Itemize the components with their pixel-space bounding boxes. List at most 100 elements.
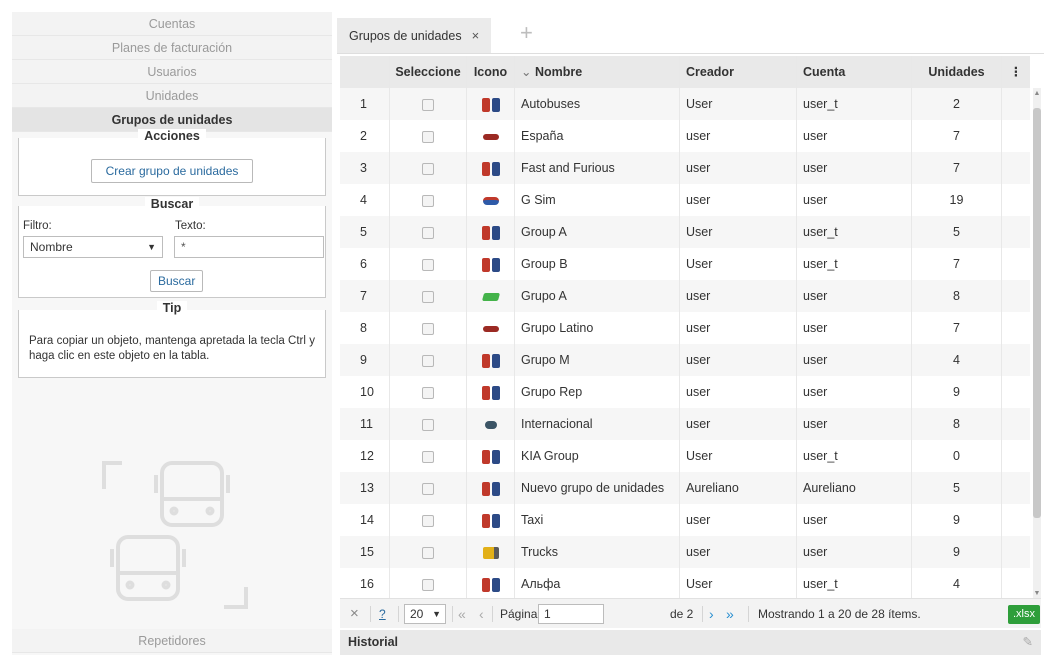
sidebar-item-repetidores[interactable]: Repetidores xyxy=(12,629,332,653)
row-checkbox[interactable] xyxy=(422,194,434,207)
text-label: Texto: xyxy=(175,220,206,232)
table-row[interactable]: 1 Autobuses User user_t 2 xyxy=(340,88,1030,120)
scroll-down-icon[interactable]: ▼ xyxy=(1033,590,1041,597)
help-icon[interactable]: ? xyxy=(379,599,386,629)
bus-icon xyxy=(481,449,500,464)
row-checkbox[interactable] xyxy=(422,546,434,559)
header-creator[interactable]: Creador xyxy=(680,56,797,88)
table-row[interactable]: 7 Grupo Auser user 8 xyxy=(340,280,1030,312)
row-checkbox[interactable] xyxy=(422,578,434,591)
sidebar-item-unidades[interactable]: Unidades xyxy=(12,84,332,108)
row-checkbox[interactable] xyxy=(422,130,434,143)
row-checkbox[interactable] xyxy=(422,322,434,335)
row-spacer xyxy=(1002,184,1030,216)
row-account: user xyxy=(797,184,912,216)
row-checkbox[interactable] xyxy=(422,418,434,431)
row-checkbox[interactable] xyxy=(422,450,434,463)
table-row[interactable]: 16 Альфа User user_t 4 xyxy=(340,568,1030,599)
table-row[interactable]: 8 Grupo Latino user user 7 xyxy=(340,312,1030,344)
row-name: Grupo Rep xyxy=(515,376,680,408)
page-number-value: 1 xyxy=(544,607,551,621)
filter-select[interactable]: Nombre ▼ xyxy=(23,236,163,258)
row-checkbox[interactable] xyxy=(422,386,434,399)
row-spacer xyxy=(1002,152,1030,184)
sidebar-item-grupos-unidades[interactable]: Grupos de unidades xyxy=(12,108,332,132)
header-select[interactable]: Seleccione xyxy=(390,56,467,88)
header-units[interactable]: Unidades xyxy=(912,56,1002,88)
row-creator: User xyxy=(680,88,797,120)
history-bar[interactable]: Historial ✎ xyxy=(340,630,1041,655)
row-name: Grupo Latino xyxy=(515,312,680,344)
column-menu-icon[interactable]: ⋮ xyxy=(1002,56,1030,88)
row-checkbox[interactable] xyxy=(422,290,434,303)
row-icon-cell xyxy=(467,440,515,472)
row-units: 9 xyxy=(912,376,1002,408)
row-account: user xyxy=(797,408,912,440)
row-icon-cell xyxy=(467,88,515,120)
sidebar-item-cuentas[interactable]: Cuentas xyxy=(12,12,332,36)
row-icon-cell xyxy=(467,120,515,152)
row-spacer xyxy=(1002,536,1030,568)
row-name: Fast and Furious xyxy=(515,152,680,184)
table-row[interactable]: 13 Nuevo grupo de unidades Aureliano Aureli… xyxy=(340,472,1030,504)
first-page-icon[interactable]: « xyxy=(458,599,466,629)
table-row[interactable]: 3 Fast and Furious user user 7 xyxy=(340,152,1030,184)
table-scrollbar[interactable]: ▲ ▼ xyxy=(1033,88,1041,599)
row-checkbox[interactable] xyxy=(422,482,434,495)
tip-text: Para copiar un objeto, mantenga apretada… xyxy=(29,335,315,362)
eraser-icon[interactable]: ✎ xyxy=(1023,630,1033,655)
table-row[interactable]: 11 Internacional user user 8 xyxy=(340,408,1030,440)
table-row[interactable]: 5 Group A User user_t 5 xyxy=(340,216,1030,248)
clear-filter-icon[interactable]: × xyxy=(350,599,359,629)
row-checkbox[interactable] xyxy=(422,98,434,111)
scroll-thumb[interactable] xyxy=(1033,108,1041,518)
row-units: 2 xyxy=(912,88,1002,120)
header-account[interactable]: Cuenta xyxy=(797,56,912,88)
row-creator: user xyxy=(680,184,797,216)
page-size-select[interactable]: 20 ▼ xyxy=(404,604,446,624)
header-name[interactable]: ⌄ Nombre xyxy=(515,56,680,88)
sidebar-item-planes-facturacion[interactable]: Planes de facturación xyxy=(12,36,332,60)
row-select-cell xyxy=(390,88,467,120)
table-row[interactable]: 2 España user user 7 xyxy=(340,120,1030,152)
table-row[interactable]: 9 Grupo Muser user 4 xyxy=(340,344,1030,376)
search-text-input[interactable] xyxy=(174,236,324,258)
table-row[interactable]: 15 Trucks user user 9 xyxy=(340,536,1030,568)
car-green-icon xyxy=(481,292,500,301)
row-checkbox[interactable] xyxy=(422,514,434,527)
table-row[interactable]: 10 Grupo Rep user user 9 xyxy=(340,376,1030,408)
bus-icon xyxy=(481,257,500,272)
row-name: Nuevo grupo de unidades xyxy=(515,472,680,504)
row-checkbox[interactable] xyxy=(422,162,434,175)
prev-page-icon[interactable]: ‹ xyxy=(479,599,484,629)
last-page-icon[interactable]: » xyxy=(726,599,734,629)
table-row[interactable]: 12 KIA Group User user_t 0 xyxy=(340,440,1030,472)
search-button[interactable]: Buscar xyxy=(150,270,204,292)
scroll-up-icon[interactable]: ▲ xyxy=(1033,90,1041,97)
add-tab-icon[interactable]: + xyxy=(520,22,533,44)
tab-grupos-unidades[interactable]: Grupos de unidades × xyxy=(337,18,492,54)
row-checkbox[interactable] xyxy=(422,258,434,271)
tab-label: Grupos de unidades xyxy=(349,29,462,43)
export-xlsx-button[interactable]: .xlsx xyxy=(1008,605,1040,624)
row-checkbox[interactable] xyxy=(422,226,434,239)
car-red-icon xyxy=(482,325,499,332)
table-row[interactable]: 6 Group B User user_t 7 xyxy=(340,248,1030,280)
row-number: 9 xyxy=(340,344,390,376)
create-group-button[interactable]: Crear grupo de unidades xyxy=(90,159,254,183)
row-spacer xyxy=(1002,408,1030,440)
table-row[interactable]: 4G Sim user user 19 xyxy=(340,184,1030,216)
close-tab-icon[interactable]: × xyxy=(472,28,480,43)
bus-icon xyxy=(481,225,500,240)
header-icon[interactable]: Icono xyxy=(467,56,515,88)
car-dark-icon xyxy=(484,420,497,429)
bus-icon xyxy=(481,161,500,176)
row-spacer xyxy=(1002,280,1030,312)
row-spacer xyxy=(1002,472,1030,504)
sidebar-item-usuarios[interactable]: Usuarios xyxy=(12,60,332,84)
page-number-input[interactable]: 1 xyxy=(538,604,604,624)
table-row[interactable]: 14 Taxi user user 9 xyxy=(340,504,1030,536)
next-page-icon[interactable]: › xyxy=(709,599,714,629)
row-select-cell xyxy=(390,376,467,408)
row-checkbox[interactable] xyxy=(422,354,434,367)
